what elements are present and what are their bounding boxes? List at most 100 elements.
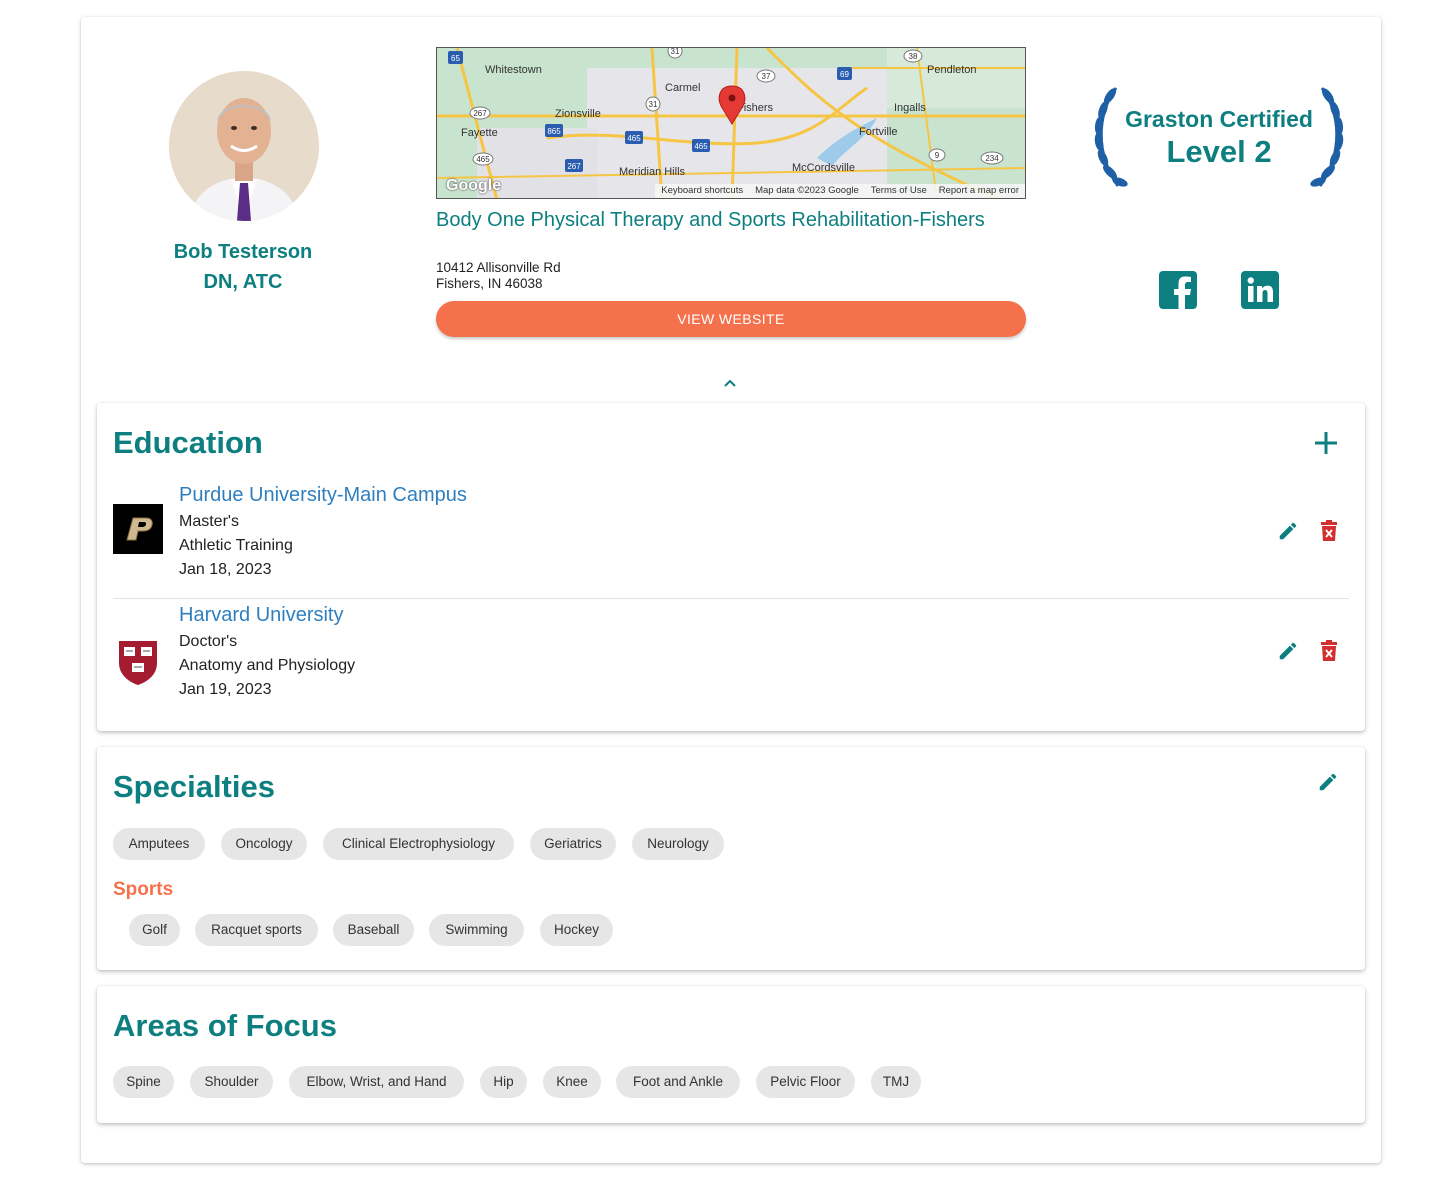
svg-text:31: 31 bbox=[649, 100, 658, 109]
svg-text:465: 465 bbox=[694, 142, 708, 151]
google-logo: Google bbox=[446, 177, 502, 194]
svg-text:37: 37 bbox=[762, 72, 771, 81]
focus-chip: Knee bbox=[543, 1066, 601, 1098]
education-entry: Harvard University Doctor's Anatomy and … bbox=[113, 598, 1349, 714]
edit-icon[interactable] bbox=[1277, 640, 1299, 662]
clinic-address: 10412 Allisonville Rd Fishers, IN 46038 bbox=[436, 260, 561, 292]
graduation-date: Jan 19, 2023 bbox=[179, 681, 272, 698]
chevron-up-icon[interactable] bbox=[722, 377, 738, 389]
specialty-chip: Clinical Electrophysiology bbox=[323, 828, 514, 860]
degree: Master's bbox=[179, 513, 239, 530]
edit-icon[interactable] bbox=[1317, 771, 1339, 793]
route-shield: 234 bbox=[980, 151, 1004, 165]
sport-chip: Baseball bbox=[333, 914, 414, 946]
focus-chip: TMJ bbox=[871, 1066, 921, 1098]
linkedin-icon[interactable] bbox=[1241, 271, 1279, 309]
field-of-study: Athletic Training bbox=[179, 537, 293, 554]
sport-chip: Racquet sports bbox=[195, 914, 318, 946]
route-shield: 465 bbox=[692, 139, 710, 152]
specialty-chip: Oncology bbox=[221, 828, 307, 860]
map-label: McCordsville bbox=[792, 162, 855, 174]
areas-of-focus-title: Areas of Focus bbox=[113, 1008, 337, 1043]
specialties-title: Specialties bbox=[113, 769, 275, 804]
report-map-error-link[interactable]: Report a map error bbox=[939, 185, 1019, 197]
focus-chip: Hip bbox=[480, 1066, 527, 1098]
route-shield: 9 bbox=[928, 148, 946, 162]
route-shield: 65 bbox=[448, 51, 463, 64]
focus-chip: Pelvic Floor bbox=[756, 1066, 855, 1098]
specialty-chip: Geriatrics bbox=[530, 828, 616, 860]
badge-title: Graston Certified bbox=[1125, 106, 1313, 132]
map-label: Fortville bbox=[859, 126, 898, 138]
svg-text:465: 465 bbox=[476, 155, 490, 164]
map-data-attribution: Map data ©2023 Google bbox=[755, 185, 859, 196]
graduation-date: Jan 18, 2023 bbox=[179, 561, 272, 578]
purdue-logo-icon bbox=[113, 504, 163, 554]
graston-certified-badge: Graston Certified Level 2 bbox=[1084, 82, 1354, 192]
focus-chip: Shoulder bbox=[190, 1066, 273, 1098]
focus-chip: Spine bbox=[113, 1066, 174, 1098]
svg-text:9: 9 bbox=[935, 151, 940, 160]
map-label: Fayette bbox=[461, 127, 498, 139]
delete-icon[interactable] bbox=[1319, 520, 1339, 542]
provider-credentials: DN, ATC bbox=[203, 271, 283, 293]
svg-text:38: 38 bbox=[909, 52, 918, 61]
field-of-study: Anatomy and Physiology bbox=[179, 657, 356, 674]
svg-text:234: 234 bbox=[985, 154, 999, 163]
provider-avatar bbox=[169, 71, 319, 221]
areas-of-focus-section: Areas of Focus Spine Shoulder Elbow, Wri… bbox=[97, 986, 1365, 1123]
route-shield: 37 bbox=[756, 69, 776, 83]
edit-icon[interactable] bbox=[1277, 520, 1299, 542]
map-label: Ingalls bbox=[894, 102, 926, 114]
school-name-link[interactable]: Harvard University bbox=[179, 604, 343, 627]
facebook-icon[interactable] bbox=[1159, 271, 1197, 309]
focus-chip: Foot and Ankle bbox=[616, 1066, 740, 1098]
harvard-logo-icon bbox=[119, 641, 157, 685]
route-shield: 38 bbox=[903, 49, 923, 63]
route-shield: 31 bbox=[645, 96, 661, 112]
map-footer: Keyboard shortcuts Map data ©2023 Google… bbox=[655, 184, 1025, 198]
specialty-chip: Amputees bbox=[113, 828, 205, 860]
terms-link[interactable]: Terms of Use bbox=[871, 185, 927, 197]
specialty-chip: Neurology bbox=[632, 828, 724, 860]
sports-subtitle: Sports bbox=[113, 879, 174, 900]
route-shield: 465 bbox=[625, 131, 643, 144]
map-label: Carmel bbox=[665, 82, 700, 94]
route-shield: 465 bbox=[472, 152, 494, 166]
education-entry: Purdue University-Main Campus Master's A… bbox=[113, 479, 1349, 595]
school-name-link[interactable]: Purdue University-Main Campus bbox=[179, 484, 467, 507]
map-label: Meridian Hills bbox=[619, 166, 686, 178]
view-website-button[interactable]: VIEW WEBSITE bbox=[436, 301, 1026, 337]
route-shield: 267 bbox=[469, 106, 491, 120]
provider-profile-card: Bob Testerson DN, ATC Whitestown Carmel … bbox=[81, 17, 1381, 1163]
svg-text:267: 267 bbox=[567, 162, 581, 171]
svg-text:465: 465 bbox=[627, 134, 641, 143]
specialties-section: Specialties Amputees Oncology Clinical E… bbox=[97, 747, 1365, 970]
map-label: Whitestown bbox=[485, 64, 542, 76]
badge-level: Level 2 bbox=[1166, 134, 1272, 169]
sport-chip: Swimming bbox=[429, 914, 524, 946]
svg-text:865: 865 bbox=[547, 127, 561, 136]
degree: Doctor's bbox=[179, 633, 238, 650]
add-icon[interactable] bbox=[1312, 429, 1340, 457]
education-section: Education Purdue University-Main Campus … bbox=[97, 403, 1365, 731]
clinic-map[interactable]: Whitestown Carmel Fishers Pendleton Zion… bbox=[436, 47, 1026, 199]
route-shield: 267 bbox=[565, 159, 583, 172]
delete-icon[interactable] bbox=[1319, 640, 1339, 662]
clinic-address-line1: 10412 Allisonville Rd bbox=[436, 260, 561, 275]
map-label: Pendleton bbox=[927, 64, 977, 76]
svg-text:69: 69 bbox=[840, 70, 849, 79]
route-shield: 865 bbox=[545, 124, 563, 137]
clinic-address-line2: Fishers, IN 46038 bbox=[436, 276, 543, 291]
provider-name: Bob Testerson bbox=[173, 241, 313, 263]
svg-text:267: 267 bbox=[473, 109, 487, 118]
route-shield: 69 bbox=[837, 67, 852, 80]
keyboard-shortcuts-link[interactable]: Keyboard shortcuts bbox=[661, 185, 743, 197]
sport-chip: Hockey bbox=[540, 914, 613, 946]
route-shield: 31 bbox=[667, 48, 683, 59]
map-label: Zionsville bbox=[555, 108, 601, 120]
clinic-name-link[interactable]: Body One Physical Therapy and Sports Reh… bbox=[436, 209, 1036, 231]
education-title: Education bbox=[113, 425, 263, 460]
focus-chip: Elbow, Wrist, and Hand bbox=[289, 1066, 464, 1098]
sport-chip: Golf bbox=[129, 914, 180, 946]
